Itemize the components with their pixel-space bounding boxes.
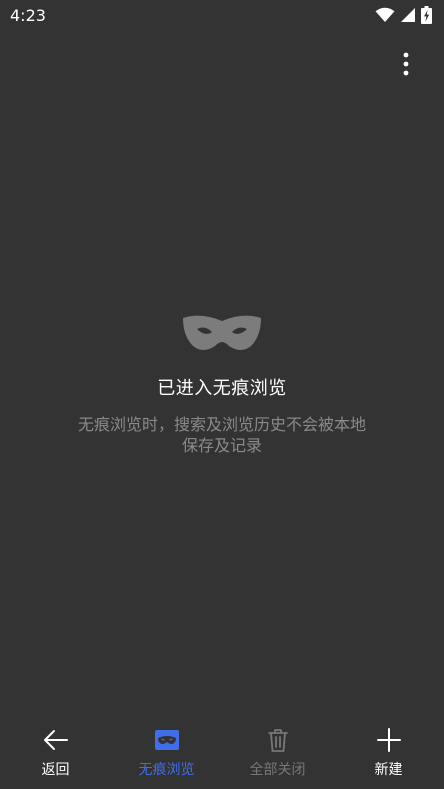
incognito-description: 无痕浏览时，搜索及浏览历史不会被本地保存及记录 [77, 415, 366, 455]
new-tab-button[interactable]: 新建 [333, 720, 444, 789]
more-vertical-icon [403, 52, 409, 76]
new-tab-label: 新建 [374, 762, 403, 778]
back-button[interactable]: 返回 [0, 720, 111, 789]
mask-icon [183, 315, 261, 350]
incognito-info: 已进入无痕浏览 无痕浏览时，搜索及浏览历史不会被本地保存及记录 [0, 312, 444, 456]
back-label: 返回 [41, 762, 70, 778]
arrow-left-icon [43, 730, 68, 750]
incognito-screen: 4:23 已进入无痕浏览 无痕浏览时，搜索及浏览历史不会被本地保存及记录 返回 … [0, 0, 444, 789]
incognito-label: 无痕浏览 [138, 762, 195, 778]
close-all-button[interactable]: 全部关闭 [222, 720, 333, 789]
wifi-icon [375, 7, 395, 22]
status-bar: 4:23 [0, 0, 444, 30]
battery-charging-icon [421, 6, 432, 24]
signal-icon [401, 8, 415, 22]
incognito-title: 已进入无痕浏览 [157, 378, 287, 399]
status-time: 4:23 [10, 5, 46, 25]
trash-icon [267, 729, 288, 752]
plus-icon [376, 728, 401, 752]
incognito-tab-button[interactable]: 无痕浏览 [111, 720, 222, 789]
close-all-label: 全部关闭 [249, 762, 306, 778]
incognito-mask-icon [154, 730, 179, 750]
more-options-button[interactable] [392, 48, 420, 80]
status-icons [375, 6, 432, 24]
bottom-nav: 返回 无痕浏览 全部关闭 新建 [0, 720, 444, 789]
